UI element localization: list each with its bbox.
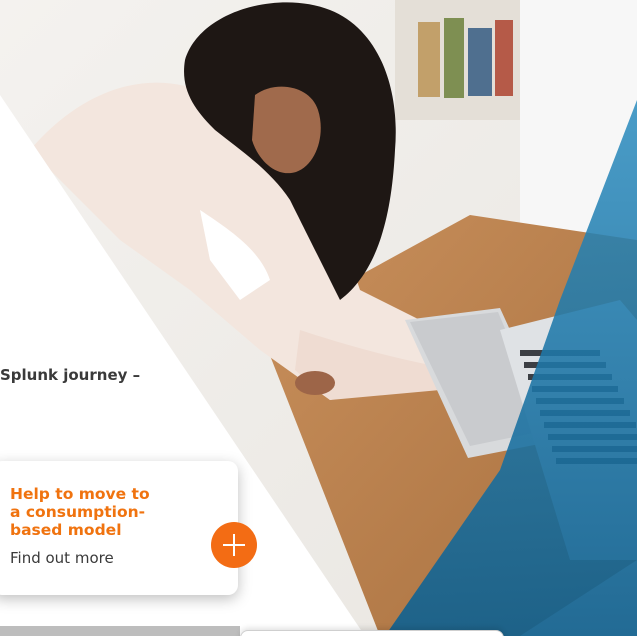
next-card-edge: [240, 630, 504, 636]
bottom-divider: [0, 626, 240, 636]
card-title: Help to move to a consumption-based mode…: [10, 485, 150, 539]
plus-icon[interactable]: [211, 522, 257, 568]
teaser-text: Splunk journey –: [0, 366, 141, 384]
info-card[interactable]: Help to move to a consumption-based mode…: [0, 461, 238, 595]
find-out-more-link[interactable]: Find out more: [10, 549, 114, 567]
hero-section: Splunk journey – Help to move to a consu…: [0, 0, 637, 636]
